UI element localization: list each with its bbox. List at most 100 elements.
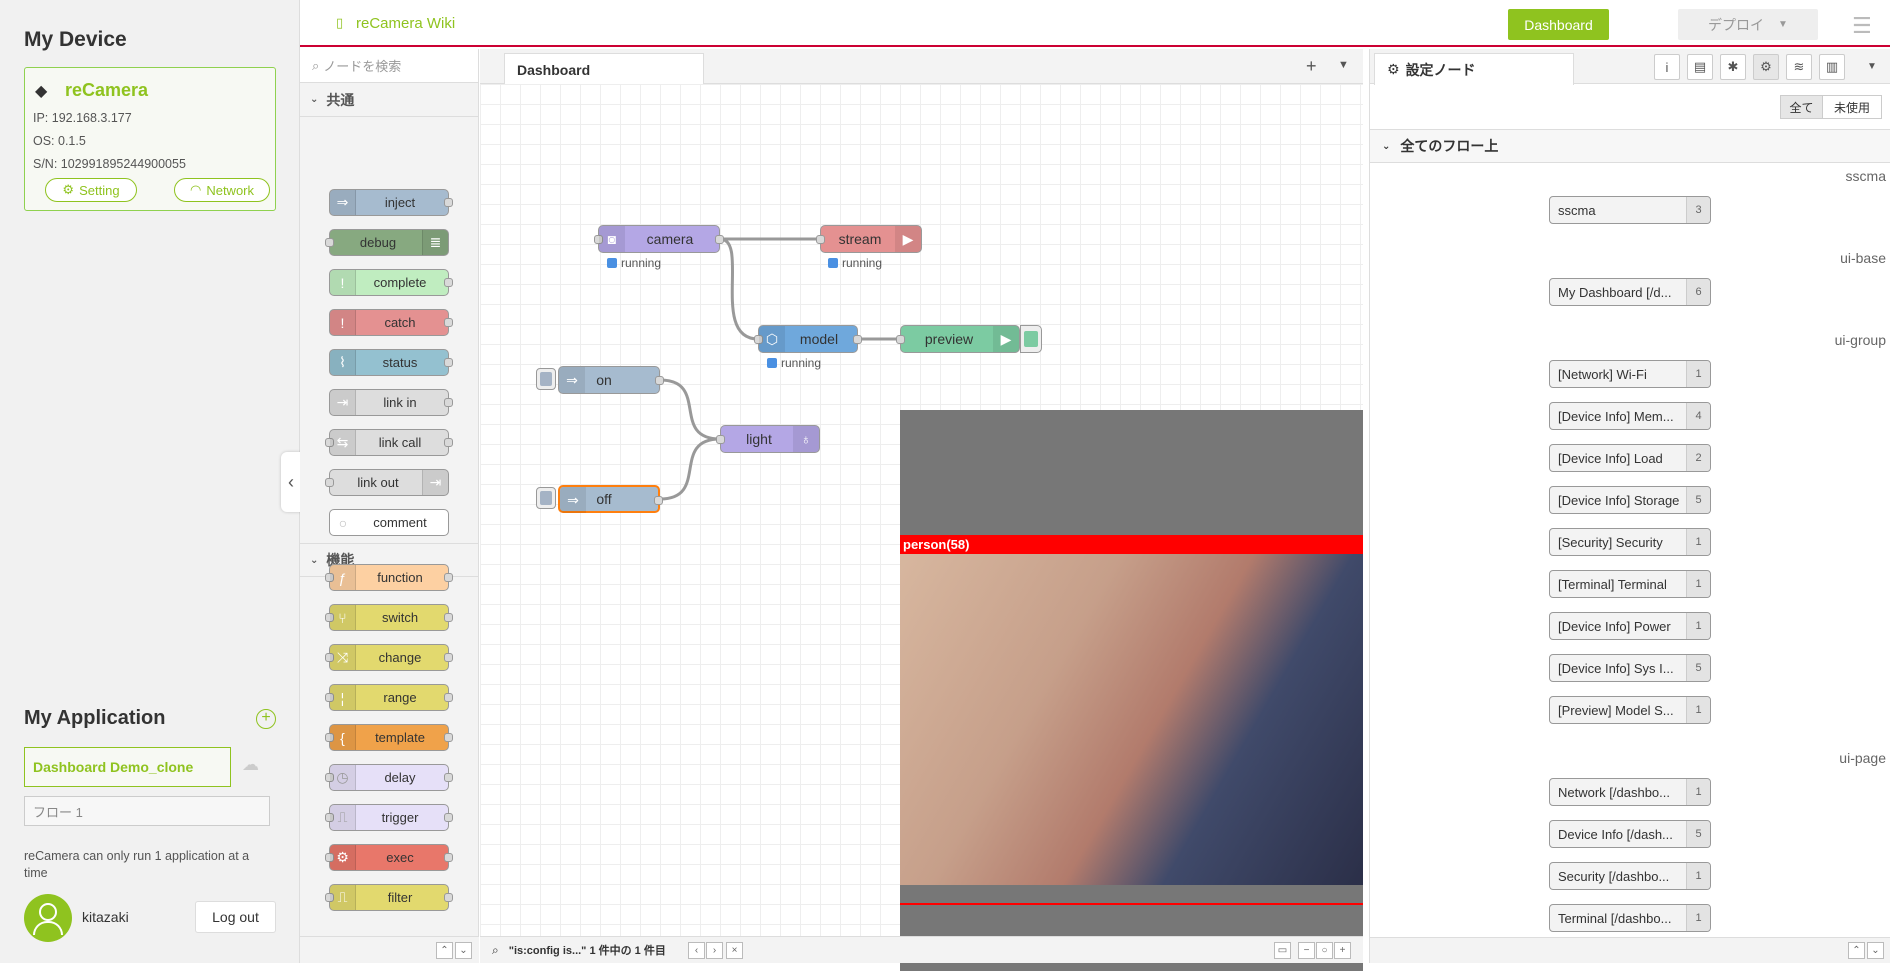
palette-footer: ⌃ ⌄	[300, 936, 479, 963]
config-node[interactable]: [Device Info] Load 2	[1549, 444, 1711, 472]
node-label: trigger	[381, 810, 419, 825]
filter-all-button[interactable]: 全て	[1780, 95, 1823, 119]
search-icon[interactable]: ⌕	[492, 943, 499, 958]
menu-icon[interactable]: ☰	[1852, 13, 1872, 39]
palette-node-delay[interactable]: ◷ delay	[325, 764, 453, 791]
device-card[interactable]: ◆ reCamera IP: 192.168.3.177 OS: 0.1.5 S…	[24, 67, 276, 211]
next-result-icon[interactable]: ›	[706, 942, 723, 959]
flow-node-on[interactable]: ⇒ on	[558, 366, 664, 394]
config-node[interactable]: [Device Info] Power 1	[1549, 612, 1711, 640]
palette-node-comment[interactable]: ○ comment	[329, 509, 449, 536]
config-node-label: [Network] Wi-Fi	[1558, 366, 1647, 382]
cloud-upload-icon[interactable]: ☁	[242, 755, 259, 775]
palette-node-link-out[interactable]: link out ⇥	[325, 469, 449, 496]
config-node-count: 6	[1686, 279, 1710, 305]
document-icon: ▯	[336, 15, 344, 30]
palette-node-switch[interactable]: ⑂ switch	[325, 604, 453, 631]
collapse-all-icon[interactable]: ⌃	[436, 942, 453, 959]
filter-unused-button[interactable]: 未使用	[1822, 95, 1882, 119]
palette-node-function[interactable]: ƒ function	[325, 564, 453, 591]
palette-node-filter[interactable]: ⎍ filter	[325, 884, 453, 911]
config-node[interactable]: Device Info [/dash... 5	[1549, 820, 1711, 848]
palette-node-template[interactable]: {template	[325, 724, 453, 751]
palette-node-status[interactable]: ⌇ status	[329, 349, 453, 376]
expand-all-icon[interactable]: ⌄	[455, 942, 472, 959]
map-icon[interactable]: ▭	[1274, 942, 1291, 959]
palette-node-range[interactable]: ¦ range	[325, 684, 453, 711]
tab-dashboard[interactable]: Dashboard	[504, 53, 704, 85]
info-icon[interactable]: i	[1654, 54, 1680, 80]
list-icon: ≣	[422, 230, 448, 255]
tab-config-nodes[interactable]: ⚙ 設定ノード	[1374, 53, 1574, 85]
config-node[interactable]: Terminal [/dashbo... 1	[1549, 904, 1711, 932]
logout-button[interactable]: Log out	[195, 901, 276, 933]
zoom-out-icon[interactable]: −	[1298, 942, 1315, 959]
wire-camera-model	[719, 237, 759, 341]
add-application-icon[interactable]: +	[256, 709, 276, 729]
application-item[interactable]: Dashboard Demo_clone	[24, 747, 231, 787]
wiki-link[interactable]: reCamera Wiki	[356, 15, 455, 32]
close-search-icon[interactable]: ×	[726, 942, 743, 959]
bug-icon[interactable]: ✱	[1720, 54, 1746, 80]
wifi-icon: ◠	[189, 182, 202, 197]
node-label: preview	[924, 331, 974, 347]
all-flows-section[interactable]: ⌄ 全てのフロー上	[1370, 129, 1890, 163]
add-flow-icon[interactable]: +	[1306, 56, 1317, 77]
search-icon: ⌕	[312, 57, 320, 73]
palette-node-debug[interactable]: debug ≣	[325, 229, 449, 256]
preview-toggle[interactable]	[1020, 325, 1042, 353]
palette-node-link-in[interactable]: ⇥ link in	[329, 389, 453, 416]
device-name: reCamera	[65, 80, 149, 100]
expand-all-icon[interactable]: ⌄	[1867, 942, 1884, 959]
palette-node-change[interactable]: ⤨ change	[325, 644, 453, 671]
category-common[interactable]: ⌄ 共通	[300, 83, 478, 117]
palette-node-exec[interactable]: ⚙ exec	[325, 844, 453, 871]
on-inject-button[interactable]	[536, 368, 556, 390]
chevron-down-icon[interactable]: ▼	[1867, 61, 1877, 72]
database-icon[interactable]: ≋	[1786, 54, 1812, 80]
gear-icon[interactable]: ⚙	[1753, 54, 1779, 80]
deploy-button[interactable]: デプロイ ▼	[1678, 9, 1818, 40]
node-label: stream	[838, 231, 882, 247]
config-node[interactable]: [Security] Security 1	[1549, 528, 1711, 556]
zoom-reset-icon[interactable]: ○	[1316, 942, 1333, 959]
palette-search-input[interactable]: ⌕ ノードを検索	[300, 49, 478, 83]
config-node[interactable]: [Device Info] Sys I... 5	[1549, 654, 1711, 682]
flow-node-off[interactable]: ⇒ off	[558, 485, 663, 513]
config-node[interactable]: sscma 3	[1549, 196, 1711, 224]
dashboard-button[interactable]: Dashboard	[1508, 9, 1609, 40]
config-node[interactable]: [Network] Wi-Fi 1	[1549, 360, 1711, 388]
config-node[interactable]: Network [/dashbo... 1	[1549, 778, 1711, 806]
previous-result-icon[interactable]: ‹	[688, 942, 705, 959]
palette-node-complete[interactable]: ! complete	[329, 269, 453, 296]
book-icon[interactable]: ▤	[1687, 54, 1713, 80]
off-inject-button[interactable]	[536, 487, 556, 509]
node-label: complete	[373, 275, 427, 290]
flow-node-stream[interactable]: stream ▶	[816, 225, 922, 253]
collapse-panel-button[interactable]: ‹	[281, 452, 301, 512]
flow-node-camera[interactable]: ◙ camera	[594, 225, 724, 253]
flow-item[interactable]: フロー 1	[24, 796, 270, 826]
collapse-all-icon[interactable]: ⌃	[1848, 942, 1865, 959]
flow-node-preview[interactable]: preview ▶	[896, 325, 1020, 353]
palette-node-link-call[interactable]: ⇆ link call	[325, 429, 453, 456]
node-label: delay	[384, 770, 416, 785]
palette-node-catch[interactable]: ! catch	[329, 309, 453, 336]
config-node[interactable]: My Dashboard [/d... 6	[1549, 278, 1711, 306]
chart-icon[interactable]: ▥	[1819, 54, 1845, 80]
zoom-in-icon[interactable]: +	[1334, 942, 1351, 959]
chevron-down-icon[interactable]: ▼	[1338, 59, 1349, 71]
config-node[interactable]: [Device Info] Storage 5	[1549, 486, 1711, 514]
config-node[interactable]: [Preview] Model S... 1	[1549, 696, 1711, 724]
config-node[interactable]: [Device Info] Mem... 4	[1549, 402, 1711, 430]
config-node[interactable]: Security [/dashbo... 1	[1549, 862, 1711, 890]
setting-button[interactable]: ⚙ Setting	[45, 178, 137, 202]
palette-node-trigger[interactable]: ⎍ trigger	[325, 804, 453, 831]
palette-node-inject[interactable]: ⇒ inject	[329, 189, 453, 216]
network-button[interactable]: ◠ Network	[174, 178, 270, 202]
flow-canvas[interactable]: ◙ camera running stream ▶ running ⬡ model r…	[480, 84, 1363, 971]
node-label: range	[383, 690, 417, 705]
config-node[interactable]: [Terminal] Terminal 1	[1549, 570, 1711, 598]
flow-node-light[interactable]: light ♁	[716, 425, 820, 453]
flow-node-model[interactable]: ⬡ model	[754, 325, 862, 353]
